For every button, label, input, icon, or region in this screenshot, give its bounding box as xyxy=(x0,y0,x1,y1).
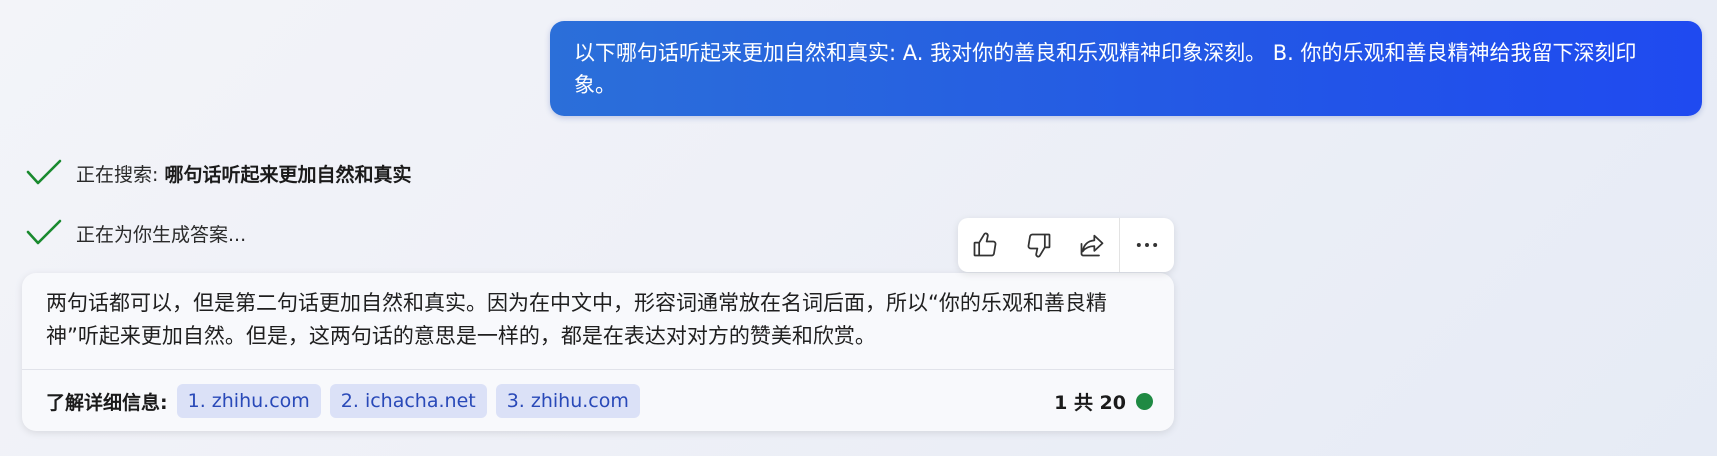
sources-label: 了解详细信息: xyxy=(46,391,168,414)
source-link[interactable]: 2. ichacha.net xyxy=(329,384,487,418)
share-icon xyxy=(1081,234,1104,257)
like-button[interactable] xyxy=(958,218,1012,272)
source-link[interactable]: 3. zhihu.com xyxy=(495,384,640,418)
user-message-bubble: 以下哪句话听起来更加自然和真实: A. 我对你的善良和乐观精神印象深刻。 B. … xyxy=(550,21,1702,116)
more-icon xyxy=(1136,243,1158,247)
source-link[interactable]: 1. zhihu.com xyxy=(176,384,321,418)
searching-query: 哪句话听起来更加自然和真实 xyxy=(164,163,412,186)
generating-status: 正在为你生成答案... xyxy=(26,218,246,248)
sources-row: 了解详细信息: 1. zhihu.com 2. ichacha.net 3. z… xyxy=(46,383,649,419)
response-count-text: 1 共 20 xyxy=(1054,391,1126,414)
searching-status: 正在搜索: 哪句话听起来更加自然和真实 xyxy=(26,158,411,188)
answer-text: 两句话都可以，但是第二句话更加自然和真实。因为在中文中，形容词通常放在名词后面，… xyxy=(46,291,1107,348)
response-count: 1 共 20 xyxy=(1054,383,1153,419)
dislike-button[interactable] xyxy=(1012,218,1066,272)
answer-card: 两句话都可以，但是第二句话更加自然和真实。因为在中文中，形容词通常放在名词后面，… xyxy=(22,273,1174,431)
share-button[interactable] xyxy=(1066,218,1120,272)
thumbs-down-icon xyxy=(1027,233,1050,258)
status-dot-icon xyxy=(1136,392,1153,410)
message-actions-toolbar xyxy=(958,218,1174,272)
generating-text: 正在为你生成答案... xyxy=(76,223,247,246)
more-options-button[interactable] xyxy=(1120,218,1174,272)
card-divider xyxy=(22,369,1174,370)
thumbs-up-icon xyxy=(973,232,997,257)
check-icon xyxy=(26,219,62,245)
searching-prefix: 正在搜索: xyxy=(76,163,165,186)
user-message-text: 以下哪句话听起来更加自然和真实: A. 我对你的善良和乐观精神印象深刻。 B. … xyxy=(574,41,1637,97)
check-icon xyxy=(26,159,62,185)
